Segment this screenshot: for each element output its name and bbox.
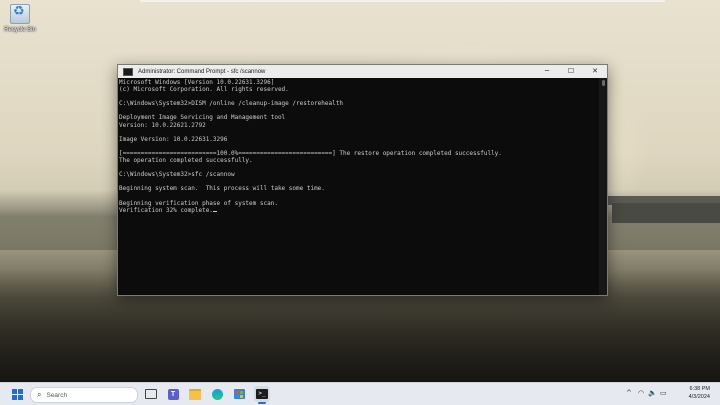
- console-line: Beginning verification phase of system s…: [119, 199, 278, 207]
- console-line: Microsoft Windows [Version 10.0.22631.32…: [119, 79, 275, 86]
- console-scrollbar[interactable]: [599, 78, 607, 295]
- battery-icon[interactable]: ▭: [660, 389, 667, 397]
- wifi-icon[interactable]: ◠: [638, 389, 644, 397]
- teams-icon: T: [167, 388, 179, 400]
- desktop-icon-label: Recycle Bin: [4, 27, 36, 33]
- console-line: Image Version: 10.0.22631.3296: [119, 135, 228, 143]
- scrollbar-thumb[interactable]: [602, 80, 605, 86]
- terminal-icon: >_: [256, 389, 268, 399]
- minimize-button[interactable]: ─: [535, 65, 559, 78]
- search-placeholder: Search: [46, 391, 68, 399]
- desktop-icon-recycle-bin[interactable]: Recycle Bin: [4, 4, 36, 33]
- volume-icon[interactable]: 🔈: [648, 389, 657, 397]
- top-edge-strip: [140, 0, 665, 2]
- store-button[interactable]: [231, 386, 247, 402]
- taskbar: ⌕ Search T >_ ^ ◠ 🔈 ▭ 6:38 PM 4/3/2024: [0, 382, 720, 405]
- text-cursor: [212, 210, 217, 212]
- console-line: Verification 32% complete.: [119, 207, 599, 214]
- console-line: C:\Windows\System32>sfc /scannow: [119, 171, 235, 179]
- console-output[interactable]: Microsoft Windows [Version 10.0.22631.32…: [118, 78, 599, 295]
- search-icon: ⌕: [37, 390, 42, 399]
- clock-date: 4/3/2024: [688, 393, 710, 400]
- edge-button[interactable]: [209, 386, 225, 402]
- clock[interactable]: 6:38 PM 4/3/2024: [689, 386, 710, 401]
- close-button[interactable]: ✕: [583, 65, 607, 78]
- window-titlebar[interactable]: Administrator: Command Prompt - sfc /sca…: [118, 65, 607, 78]
- console-line: C:\Windows\System32>DISM /online /cleanu…: [119, 100, 343, 108]
- clock-time: 6:38 PM: [689, 386, 710, 392]
- console-line: Version: 10.0.22621.2792: [119, 121, 206, 129]
- console-line: Beginning system scan. This process will…: [119, 185, 325, 193]
- taskbar-search-box[interactable]: ⌕ Search: [30, 387, 138, 403]
- window-title: Administrator: Command Prompt - sfc /sca…: [138, 68, 266, 75]
- cmd-app-icon: [123, 67, 133, 76]
- window-controls: ─ ☐ ✕: [535, 65, 607, 78]
- store-icon: [233, 389, 245, 399]
- windows-logo-icon: [11, 388, 23, 400]
- console-line: [==========================100.0%=======…: [119, 149, 502, 157]
- terminal-button[interactable]: >_: [254, 386, 270, 402]
- barn: [612, 203, 720, 223]
- edge-icon: [211, 388, 223, 400]
- command-prompt-window[interactable]: Administrator: Command Prompt - sfc /sca…: [117, 64, 608, 296]
- file-explorer-button[interactable]: [187, 386, 203, 402]
- console-line: (c) Microsoft Corporation. All rights re…: [119, 86, 289, 94]
- teams-button[interactable]: T: [165, 386, 181, 402]
- console-line: The operation completed successfully.: [119, 157, 253, 165]
- start-button[interactable]: [9, 386, 25, 402]
- recycle-bin-icon: [10, 4, 30, 24]
- task-view-button[interactable]: [143, 386, 159, 402]
- file-explorer-icon: [189, 388, 201, 400]
- console-line: Deployment Image Servicing and Managemen…: [119, 114, 286, 122]
- tray-overflow-icon[interactable]: ^: [626, 389, 632, 397]
- task-view-icon: [145, 389, 157, 399]
- maximize-button[interactable]: ☐: [559, 65, 583, 78]
